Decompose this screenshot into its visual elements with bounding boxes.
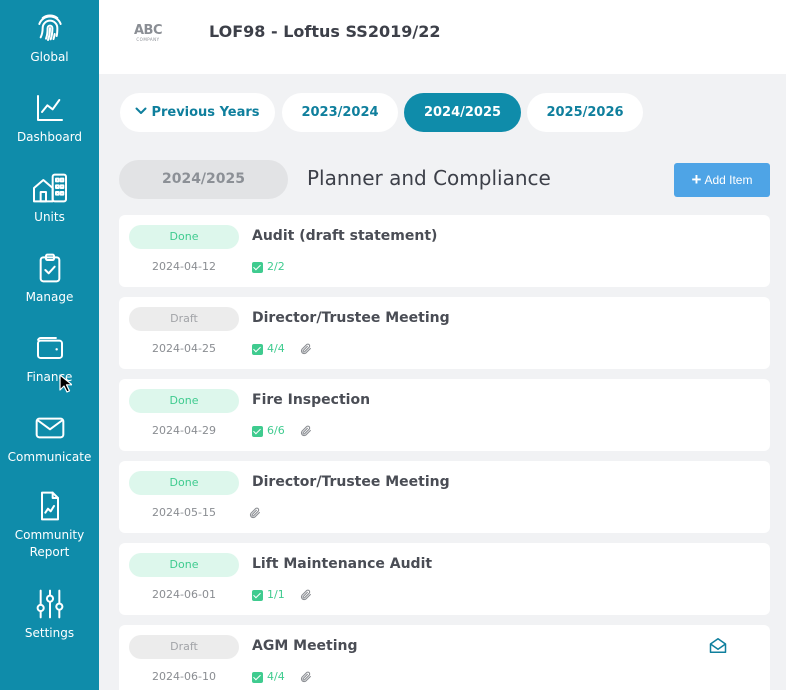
- planner-item[interactable]: Done 2024-04-12 Audit (draft statement) …: [119, 215, 770, 287]
- item-title: Fire Inspection: [252, 392, 371, 408]
- sidebar-item-global[interactable]: Global: [0, 12, 99, 66]
- tab-2023-2024[interactable]: 2023/2024: [282, 93, 398, 132]
- sidebar-item-label: Dashboard: [16, 130, 83, 144]
- checklist-count: 2/2: [267, 260, 285, 273]
- item-meta: 1/1: [252, 587, 312, 603]
- item-date: 2024-05-15: [152, 506, 216, 519]
- status-badge: Done: [129, 553, 239, 577]
- item-title: AGM Meeting: [252, 638, 358, 654]
- paperclip-icon: [300, 425, 311, 437]
- sidebar: Global Dashboard Units Manage Finance Co…: [0, 0, 99, 690]
- planner-item[interactable]: Done 2024-06-01 Lift Maintenance Audit 1…: [119, 543, 770, 615]
- tab-label: Previous Years: [151, 105, 260, 120]
- company-logo[interactable]: ABC COMPANY: [132, 24, 164, 42]
- item-meta: [248, 505, 261, 521]
- item-meta: 4/4: [252, 669, 312, 685]
- tab-2025-2026[interactable]: 2025/2026: [527, 93, 643, 132]
- checklist-count: 1/1: [267, 588, 285, 601]
- checklist-icon: [252, 671, 263, 683]
- item-date: 2024-06-01: [152, 588, 216, 601]
- sidebar-item-label: Community Report: [14, 528, 85, 559]
- envelope-icon: [35, 417, 64, 439]
- envelope-open-icon[interactable]: [709, 637, 727, 654]
- fingerprint-icon: [37, 14, 62, 41]
- item-date: 2024-04-29: [152, 424, 216, 437]
- page-title: LOF98 - Loftus SS2019/22: [209, 22, 441, 41]
- checklist-count: 6/6: [267, 424, 285, 437]
- checklist-count: 4/4: [267, 342, 285, 355]
- tab-label: 2023/2024: [301, 105, 379, 120]
- selected-year-badge: 2024/2025: [119, 160, 288, 199]
- item-meta: 4/4: [252, 341, 312, 357]
- item-meta: 6/6: [252, 423, 312, 439]
- sidebar-item-label: Settings: [24, 626, 75, 640]
- add-item-label: Add Item: [704, 173, 753, 187]
- item-date: 2024-04-12: [152, 260, 216, 273]
- checklist-icon: [252, 343, 263, 355]
- buildings-icon: [32, 173, 67, 203]
- sidebar-item-community-report[interactable]: Community Report: [0, 490, 99, 561]
- planner-item[interactable]: Draft 2024-06-10 AGM Meeting 4/4: [119, 625, 770, 690]
- sidebar-item-label: Global: [30, 50, 69, 64]
- planner-item[interactable]: Done 2024-05-15 Director/Trustee Meeting: [119, 461, 770, 533]
- status-badge: Draft: [129, 635, 239, 659]
- item-title: Director/Trustee Meeting: [252, 474, 450, 490]
- chevron-down-icon: [135, 107, 147, 114]
- add-item-button[interactable]: + Add Item: [674, 163, 770, 197]
- status-badge: Done: [129, 389, 239, 413]
- sidebar-item-label: Manage: [25, 290, 74, 304]
- planner-item[interactable]: Draft 2024-04-25 Director/Trustee Meetin…: [119, 297, 770, 369]
- mouse-cursor-icon: [59, 374, 72, 393]
- item-title: Audit (draft statement): [252, 228, 438, 244]
- tab-label: 2024/2025: [423, 105, 502, 120]
- tab-previous-years[interactable]: Previous Years: [120, 93, 275, 132]
- paperclip-icon: [300, 589, 311, 601]
- item-date: 2024-06-10: [152, 670, 216, 683]
- sidebar-item-manage[interactable]: Manage: [0, 252, 99, 306]
- item-meta: 2/2: [252, 259, 285, 275]
- checklist-icon: [252, 589, 263, 601]
- tab-2024-2025[interactable]: 2024/2025: [404, 93, 521, 132]
- tab-label: 2025/2026: [546, 105, 624, 120]
- sidebar-item-label: Communicate: [7, 450, 92, 464]
- wallet-icon: [36, 337, 63, 359]
- plus-icon: +: [691, 170, 702, 189]
- app-header: ABC COMPANY LOF98 - Loftus SS2019/22: [99, 0, 786, 74]
- sliders-icon: [36, 589, 63, 619]
- item-title: Lift Maintenance Audit: [252, 556, 433, 572]
- paperclip-icon: [300, 671, 311, 683]
- planner-item[interactable]: Done 2024-04-29 Fire Inspection 6/6: [119, 379, 770, 451]
- checklist-icon: [252, 425, 263, 437]
- item-date: 2024-04-25: [152, 342, 216, 355]
- clipboard-check-icon: [39, 253, 60, 283]
- sidebar-item-communicate[interactable]: Communicate: [0, 412, 99, 466]
- sidebar-item-finance[interactable]: Finance: [0, 332, 99, 386]
- report-document-icon: [40, 491, 59, 521]
- checklist-icon: [252, 261, 263, 273]
- paperclip-icon: [249, 507, 260, 519]
- paperclip-icon: [300, 343, 311, 355]
- sidebar-item-label: Units: [34, 210, 65, 224]
- checklist-count: 4/4: [267, 670, 285, 683]
- status-badge: Draft: [129, 307, 239, 331]
- status-badge: Done: [129, 471, 239, 495]
- item-title: Director/Trustee Meeting: [252, 310, 450, 326]
- sidebar-item-settings[interactable]: Settings: [0, 588, 99, 642]
- sidebar-item-units[interactable]: Units: [0, 172, 99, 226]
- line-chart-icon: [36, 95, 63, 121]
- sidebar-item-label: Finance: [26, 370, 73, 384]
- status-badge: Done: [129, 225, 239, 249]
- sidebar-item-dashboard[interactable]: Dashboard: [0, 92, 99, 146]
- section-title: Planner and Compliance: [307, 166, 551, 190]
